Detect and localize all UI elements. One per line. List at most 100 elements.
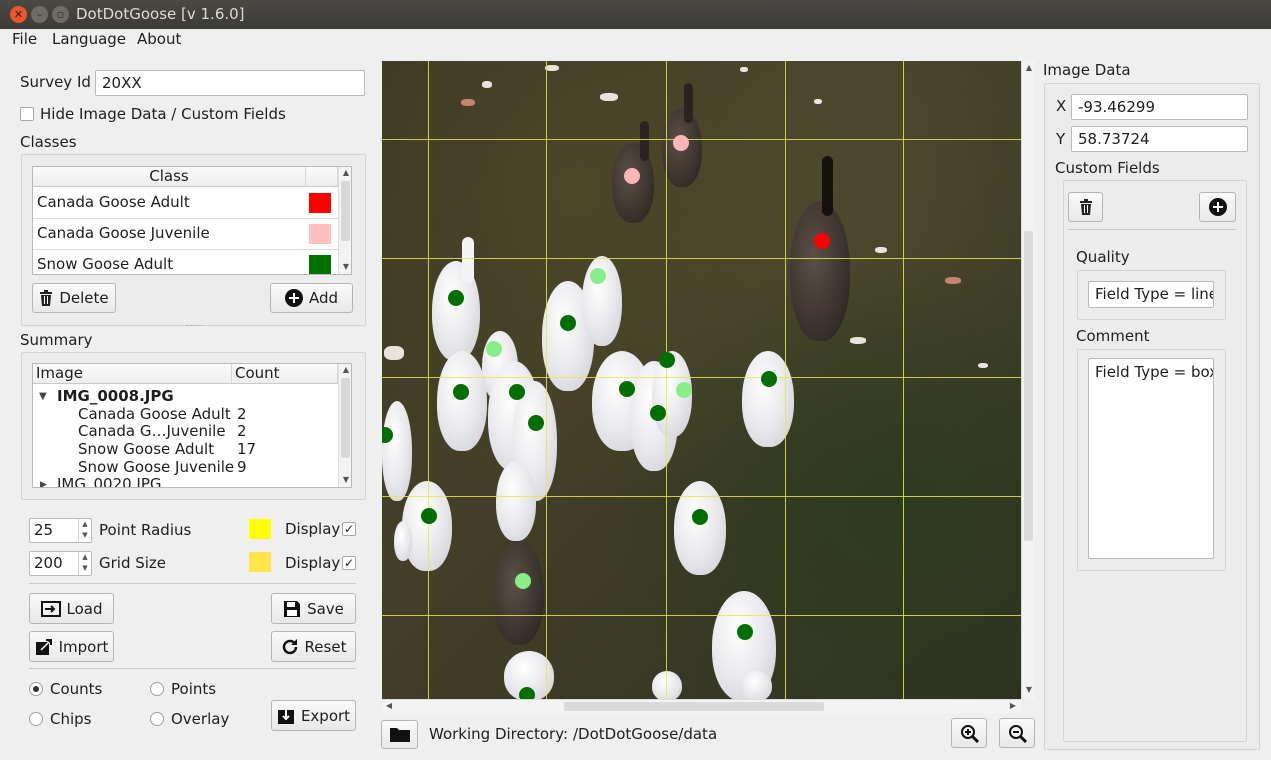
close-window-button[interactable]: ✕ xyxy=(10,6,27,23)
point-display-label: Display xyxy=(285,520,341,538)
overlay-radio[interactable] xyxy=(150,712,164,726)
image-horizontal-scrollbar[interactable]: ◀ ▶ xyxy=(382,699,1021,713)
point-snow-adult[interactable] xyxy=(659,352,675,368)
maximize-window-button[interactable]: ▫ xyxy=(52,6,69,23)
spin-arrows-icon[interactable]: ▲ ▼ xyxy=(78,519,91,542)
scroll-thumb[interactable] xyxy=(341,181,350,241)
quality-field-input[interactable]: Field Type = line xyxy=(1088,281,1214,308)
zoom-out-icon xyxy=(1009,725,1028,744)
class-row[interactable]: Snow Goose Adult xyxy=(33,250,338,274)
scroll-thumb[interactable] xyxy=(341,378,350,458)
menu-language[interactable]: Language xyxy=(52,30,126,48)
save-button[interactable]: Save xyxy=(271,593,356,624)
add-class-button[interactable]: Add xyxy=(270,283,353,313)
scroll-left-icon[interactable]: ◀ xyxy=(383,701,395,710)
point-display-checkbox[interactable]: ✓ xyxy=(342,522,356,536)
grid-size-spinbox[interactable]: 200 ▲ ▼ xyxy=(29,551,92,576)
delete-class-button[interactable]: Delete xyxy=(32,283,116,313)
classes-scrollbar[interactable]: ▲ ▼ xyxy=(338,167,351,274)
point-snow-adult[interactable] xyxy=(619,381,635,397)
comment-field-textarea[interactable]: Field Type = box xyxy=(1088,358,1214,559)
summary-scrollbar[interactable]: ▲ ▼ xyxy=(338,364,351,487)
count-column-header[interactable]: Count xyxy=(232,364,338,384)
expand-arrow-icon[interactable]: ▼ xyxy=(39,388,47,406)
point-canada-adult[interactable] xyxy=(814,233,830,249)
point-snow-juvenile[interactable] xyxy=(515,573,531,589)
point-snow-adult[interactable] xyxy=(761,371,777,387)
scroll-up-icon[interactable]: ▲ xyxy=(340,168,351,177)
chips-label: Chips xyxy=(50,710,92,728)
zoom-in-icon xyxy=(961,725,980,744)
grid-display-checkbox[interactable]: ✓ xyxy=(342,556,356,570)
point-snow-adult[interactable] xyxy=(519,687,535,699)
zoom-in-button[interactable] xyxy=(951,718,987,748)
grid-color-swatch[interactable] xyxy=(249,552,271,572)
minimize-window-button[interactable]: – xyxy=(31,6,48,23)
point-snow-adult[interactable] xyxy=(692,509,708,525)
point-snow-adult[interactable] xyxy=(560,315,576,331)
add-field-button[interactable] xyxy=(1199,192,1236,222)
summary-image-name[interactable]: IMG_0020.JPG xyxy=(57,475,162,487)
point-snow-adult[interactable] xyxy=(737,624,753,640)
points-label: Points xyxy=(171,680,217,698)
reset-button[interactable]: Reset xyxy=(271,631,356,662)
import-button[interactable]: Import xyxy=(29,631,114,662)
chips-radio[interactable] xyxy=(29,712,43,726)
point-radius-spinbox[interactable]: 25 ▲ ▼ xyxy=(29,518,92,543)
scroll-down-icon[interactable]: ▼ xyxy=(340,475,351,484)
menu-file[interactable]: File xyxy=(12,30,37,48)
color-column-header xyxy=(306,167,338,187)
point-canada-juvenile[interactable] xyxy=(624,168,640,184)
point-snow-adult[interactable] xyxy=(528,415,544,431)
scroll-right-icon[interactable]: ▶ xyxy=(1007,701,1019,710)
trash-icon xyxy=(1079,199,1092,215)
plus-circle-icon xyxy=(1208,198,1227,216)
summary-image-name[interactable]: IMG_0008.JPG xyxy=(57,387,174,405)
spin-arrows-icon[interactable]: ▲ ▼ xyxy=(78,552,91,575)
splitter-handle[interactable] xyxy=(186,325,202,328)
class-color-swatch[interactable] xyxy=(309,255,331,274)
image-vertical-scrollbar[interactable]: ▲ ▼ xyxy=(1021,61,1035,699)
point-snow-adult[interactable] xyxy=(421,508,437,524)
feather-speck xyxy=(814,99,822,104)
import-label: Import xyxy=(58,637,109,656)
point-snow-juvenile[interactable] xyxy=(590,268,606,284)
survey-id-input[interactable]: 20XX xyxy=(95,70,365,96)
hide-image-data-label: Hide Image Data / Custom Fields xyxy=(40,105,286,123)
point-canada-juvenile[interactable] xyxy=(673,135,689,151)
class-color-swatch[interactable] xyxy=(309,224,331,244)
scroll-down-icon[interactable]: ▼ xyxy=(1023,685,1035,694)
point-snow-juvenile[interactable] xyxy=(486,341,502,357)
counts-radio[interactable] xyxy=(29,682,43,696)
x-coordinate-input[interactable]: -93.46299 xyxy=(1071,94,1248,120)
scroll-thumb[interactable] xyxy=(1024,231,1033,541)
scroll-up-icon[interactable]: ▲ xyxy=(340,365,351,374)
open-folder-button[interactable] xyxy=(381,720,418,749)
hide-image-data-checkbox[interactable] xyxy=(20,107,34,121)
delete-field-button[interactable] xyxy=(1068,192,1103,222)
scroll-thumb[interactable] xyxy=(564,702,824,711)
point-snow-juvenile[interactable] xyxy=(676,382,692,398)
class-row[interactable]: Canada Goose Adult xyxy=(33,188,338,219)
load-button[interactable]: Load xyxy=(29,593,114,624)
export-button[interactable]: Export xyxy=(271,700,356,731)
goose-neck xyxy=(822,156,833,216)
menu-about[interactable]: About xyxy=(137,30,181,48)
class-row[interactable]: Canada Goose Juvenile xyxy=(33,219,338,250)
points-radio[interactable] xyxy=(150,682,164,696)
point-snow-adult[interactable] xyxy=(448,290,464,306)
point-snow-adult[interactable] xyxy=(509,384,525,400)
zoom-out-button[interactable] xyxy=(999,718,1035,748)
image-canvas[interactable] xyxy=(382,61,1021,699)
point-color-swatch[interactable] xyxy=(249,519,271,539)
point-snow-adult[interactable] xyxy=(453,384,469,400)
scroll-down-icon[interactable]: ▼ xyxy=(340,262,351,271)
point-snow-adult[interactable] xyxy=(650,405,666,421)
y-coordinate-input[interactable]: 58.73724 xyxy=(1071,126,1248,152)
class-color-swatch[interactable] xyxy=(309,193,331,213)
scroll-up-icon[interactable]: ▲ xyxy=(1023,63,1035,72)
class-column-header[interactable]: Class xyxy=(33,167,306,187)
collapsed-arrow-icon[interactable]: ▶ xyxy=(40,476,47,487)
point-radius-value: 25 xyxy=(34,521,54,539)
image-column-header[interactable]: Image xyxy=(33,364,232,384)
